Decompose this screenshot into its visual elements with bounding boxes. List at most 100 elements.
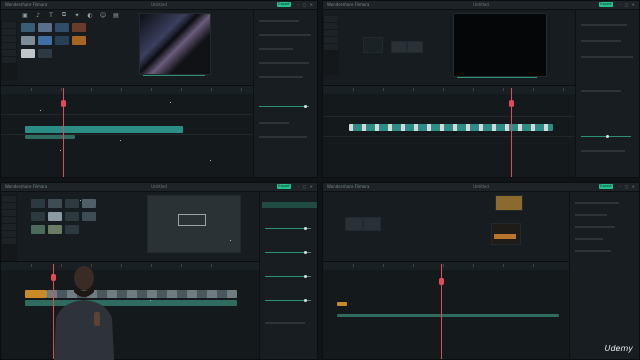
player-preview[interactable]: [491, 223, 521, 245]
window-controls[interactable]: – ▢ ✕: [619, 184, 636, 189]
properties-panel: [253, 10, 317, 177]
project-name: Untitled: [151, 2, 167, 7]
asset-thumbnail[interactable]: [72, 36, 86, 45]
media-icon[interactable]: ▣: [21, 11, 29, 19]
category-sidebar[interactable]: [1, 21, 17, 81]
timeline[interactable]: [1, 85, 253, 177]
asset-thumbnail[interactable]: [65, 225, 79, 234]
asset-thumbnail[interactable]: [65, 212, 79, 221]
window-controls[interactable]: – ▢ ✕: [619, 2, 636, 7]
app-title: Wondershare Filmora: [327, 2, 370, 7]
filters-icon[interactable]: ◐: [86, 11, 94, 19]
window-controls[interactable]: – ▢ ✕: [297, 184, 314, 189]
time-ruler[interactable]: [1, 262, 259, 270]
export-button[interactable]: Export: [599, 2, 613, 7]
category-sidebar[interactable]: [323, 15, 339, 75]
stickers-icon[interactable]: ☺: [99, 11, 107, 19]
window-controls[interactable]: – ▢ ✕: [297, 2, 314, 7]
node-card[interactable]: [391, 41, 407, 53]
screen: Wondershare Filmora Untitled Export – ▢ …: [0, 0, 640, 360]
title-clip[interactable]: [337, 302, 347, 306]
asset-thumbnail[interactable]: [38, 36, 52, 45]
app-title: Wondershare Filmora: [5, 2, 48, 7]
playhead-handle[interactable]: [509, 100, 514, 107]
properties-panel: [575, 10, 639, 177]
playhead-handle[interactable]: [61, 100, 66, 107]
particle: [80, 200, 81, 201]
title-clip[interactable]: [25, 290, 47, 298]
time-ruler[interactable]: [323, 86, 575, 94]
asset-thumbnail[interactable]: [31, 225, 45, 234]
title-bar: Wondershare Filmora Untitled Export – ▢ …: [323, 183, 639, 192]
node-card[interactable]: [363, 37, 383, 53]
particle: [170, 102, 171, 103]
project-name: Untitled: [473, 184, 489, 189]
asset-grid: [31, 199, 131, 255]
time-ruler[interactable]: [323, 262, 569, 270]
asset-thumbnail[interactable]: [82, 199, 96, 208]
templates-icon[interactable]: ▤: [112, 11, 120, 19]
asset-thumbnail[interactable]: [21, 36, 35, 45]
player-preview[interactable]: [453, 13, 547, 77]
asset-thumbnail[interactable]: [31, 212, 45, 221]
asset-thumbnail[interactable]: [65, 199, 79, 208]
slider-knob[interactable]: [606, 135, 609, 138]
node-card[interactable]: [407, 41, 423, 53]
asset-thumbnail[interactable]: [48, 199, 62, 208]
watermark: Udemy: [604, 344, 633, 353]
asset-grid: [21, 23, 121, 79]
slider-knob[interactable]: [304, 105, 307, 108]
category-sidebar[interactable]: [1, 195, 17, 265]
asset-thumbnail[interactable]: [21, 49, 35, 58]
media-toolbar: ▣ ♪ T ⧉ ✦ ◐ ☺ ▤: [21, 11, 120, 21]
player-preview[interactable]: [139, 13, 211, 75]
sticker-preview[interactable]: [495, 195, 523, 211]
export-button[interactable]: Export: [277, 2, 291, 7]
properties-panel: [259, 192, 317, 359]
time-ruler[interactable]: [1, 86, 253, 94]
title-bar: Wondershare Filmora Untitled Export – ▢ …: [1, 183, 317, 192]
slider-knob[interactable]: [304, 251, 307, 254]
asset-thumbnail[interactable]: [55, 23, 69, 32]
playhead-handle[interactable]: [439, 278, 444, 285]
timeline[interactable]: [323, 261, 569, 359]
timeline[interactable]: [1, 261, 259, 359]
particle: [230, 240, 231, 241]
playback-progress[interactable]: [143, 75, 205, 76]
asset-thumbnail[interactable]: [31, 199, 45, 208]
export-button[interactable]: Export: [599, 184, 613, 189]
timeline[interactable]: [323, 85, 575, 177]
asset-thumbnail[interactable]: [48, 212, 62, 221]
playback-progress[interactable]: [457, 77, 537, 78]
asset-thumbnail[interactable]: [55, 36, 69, 45]
asset-thumbnail[interactable]: [82, 212, 96, 221]
transitions-icon[interactable]: ⧉: [60, 11, 68, 19]
properties-panel: [569, 192, 639, 359]
node-card[interactable]: [345, 217, 363, 231]
particle: [60, 150, 61, 151]
audio-clip[interactable]: [337, 314, 559, 317]
editor-window-top-left: Wondershare Filmora Untitled Export – ▢ …: [0, 0, 318, 178]
video-clip-sequence[interactable]: [349, 124, 553, 131]
asset-thumbnail[interactable]: [72, 23, 86, 32]
node-card[interactable]: [363, 217, 381, 231]
editor-window-bottom-right: Wondershare Filmora Untitled Export – ▢ …: [322, 182, 640, 360]
titles-icon[interactable]: T: [47, 11, 55, 19]
export-button[interactable]: Export: [277, 184, 291, 189]
opacity-slider[interactable]: [259, 106, 309, 107]
asset-thumbnail[interactable]: [38, 23, 52, 32]
asset-thumbnail[interactable]: [21, 23, 35, 32]
audio-clip[interactable]: [25, 135, 75, 139]
player-preview[interactable]: [147, 195, 241, 253]
video-clip[interactable]: [25, 126, 183, 133]
effects-icon[interactable]: ✦: [73, 11, 81, 19]
slider-knob[interactable]: [304, 227, 307, 230]
asset-thumbnail[interactable]: [48, 225, 62, 234]
slider-knob[interactable]: [304, 275, 307, 278]
slider-knob[interactable]: [304, 299, 307, 302]
title-bar: Wondershare Filmora Untitled Export – ▢ …: [323, 1, 639, 10]
particle: [120, 140, 121, 141]
project-name: Untitled: [151, 184, 167, 189]
asset-thumbnail[interactable]: [38, 49, 52, 58]
audio-icon[interactable]: ♪: [34, 11, 42, 19]
